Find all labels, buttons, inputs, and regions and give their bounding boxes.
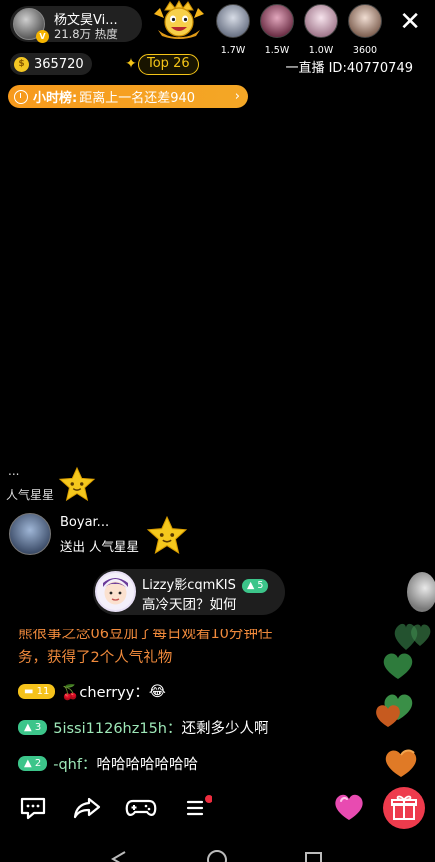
- floating-heart-icon: [385, 749, 417, 777]
- system-message-line-2: 务，获得了2个人气礼物: [18, 650, 173, 666]
- verified-badge-icon: V: [36, 30, 49, 43]
- coins-value: 365720: [34, 56, 84, 72]
- viewer-avatar: [216, 4, 250, 38]
- popularity-star-icon: [58, 466, 96, 502]
- floating-heart-icon: [383, 653, 413, 679]
- clock-icon: [14, 89, 28, 104]
- chat-username[interactable]: -qhf：: [53, 753, 96, 774]
- chat-username[interactable]: 🍒cherryy：: [61, 681, 148, 702]
- rank-badge[interactable]: ✦ Top 26: [120, 53, 199, 75]
- coins-pill[interactable]: $ 365720: [10, 53, 92, 75]
- host-heat: 21.8万 热度: [54, 27, 118, 41]
- rank-label: Top 26: [138, 53, 199, 75]
- gift-button[interactable]: [383, 787, 425, 829]
- gift-icon: [391, 795, 417, 820]
- viewer-rank-3[interactable]: 1.0W: [303, 4, 339, 57]
- level-badge: ▲ 5: [242, 578, 269, 593]
- share-icon[interactable]: [72, 795, 102, 821]
- menu-icon[interactable]: [182, 795, 212, 821]
- level-value: 11: [36, 686, 50, 697]
- viewer-rank-2[interactable]: 1.5W: [259, 4, 295, 57]
- heart-like-icon[interactable]: [333, 792, 365, 822]
- level-badge: ▲ 2: [18, 756, 48, 771]
- chat-message[interactable]: ▲ 2 -qhf： 哈哈哈哈哈哈哈: [18, 753, 198, 774]
- nav-recent-icon[interactable]: [305, 852, 322, 862]
- hour-rank-label: 小时榜:: [33, 91, 78, 106]
- chat-text: 😂: [148, 683, 166, 700]
- nav-back-icon[interactable]: [111, 851, 126, 862]
- level-badge: ▬ 11: [18, 684, 56, 699]
- chevron-right-icon: ›: [234, 89, 240, 104]
- viewer-contribution: 1.5W: [261, 45, 293, 56]
- chat-message[interactable]: ▲ 3 5issi1126hz15h： 还剩多少人啊: [18, 717, 268, 738]
- viewer-rank-1[interactable]: 1.7W: [215, 4, 251, 57]
- level-badge: ▲ 3: [18, 720, 48, 735]
- viewer-contribution: 1.0W: [305, 45, 337, 56]
- close-icon[interactable]: ✕: [399, 9, 421, 35]
- popularity-star-icon: [146, 515, 188, 554]
- sender-avatar[interactable]: [9, 513, 51, 555]
- sender-name: Boyar...: [60, 515, 110, 530]
- viewer-avatar: [304, 4, 338, 38]
- system-message-line-1: 熊很事之念06豆加了每日观看10分钟任: [18, 626, 273, 642]
- viewer-contribution: 3600: [349, 45, 381, 56]
- viewer-contribution: 1.7W: [217, 45, 249, 56]
- viewer-name: Lizzy影cqmKIS: [142, 578, 236, 593]
- mascot-badge-icon[interactable]: [150, 0, 208, 40]
- chat-username[interactable]: 5issi1126hz15h：: [53, 717, 181, 738]
- gamepad-icon[interactable]: [125, 795, 157, 821]
- floating-heart-icon: [376, 694, 413, 727]
- level-value: 3: [34, 722, 42, 733]
- viewer-message: 高冷天团？如何: [142, 597, 237, 613]
- floating-avatar: [407, 572, 435, 612]
- system-navigation-bar: [111, 850, 322, 862]
- chat-text: 哈哈哈哈哈哈哈: [96, 757, 198, 773]
- level-value: 2: [34, 758, 42, 769]
- chat-message[interactable]: ▬ 11 🍒cherryy： 😂: [18, 681, 166, 702]
- viewer-avatar: [260, 4, 294, 38]
- gift-notice-faded-name: ...: [8, 464, 20, 478]
- gift-text: 送出 人气星星: [60, 539, 139, 554]
- host-info-pill[interactable]: V 杨文昊Vi... 21.8万 热度: [10, 6, 142, 43]
- hour-rank-banner[interactable]: 小时榜: 距离上一名还差940 ›: [8, 85, 248, 108]
- viewer-avatar[interactable]: [95, 571, 136, 612]
- viewer-message-bubble[interactable]: Lizzy影cqmKIS ▲ 5 高冷天团？如何: [93, 569, 285, 615]
- viewer-avatar: [348, 4, 382, 38]
- viewer-rank-4[interactable]: 3600: [347, 4, 383, 57]
- room-id: 一直播 ID:40770749: [285, 61, 413, 76]
- floating-heart-icon: [394, 623, 431, 650]
- cartoon-avatar-icon: [103, 578, 128, 605]
- viewer-name-row: Lizzy影cqmKIS ▲ 5: [142, 574, 269, 593]
- coin-icon: $: [14, 56, 29, 72]
- level-value: 5: [257, 579, 264, 591]
- chat-text: 还剩多少人啊: [181, 721, 269, 737]
- comment-icon[interactable]: [18, 795, 48, 821]
- hour-rank-text: 距离上一名还差940: [79, 91, 196, 106]
- nav-home-icon[interactable]: [207, 850, 227, 862]
- gift-notice-faded-text: 人气星星: [6, 488, 55, 502]
